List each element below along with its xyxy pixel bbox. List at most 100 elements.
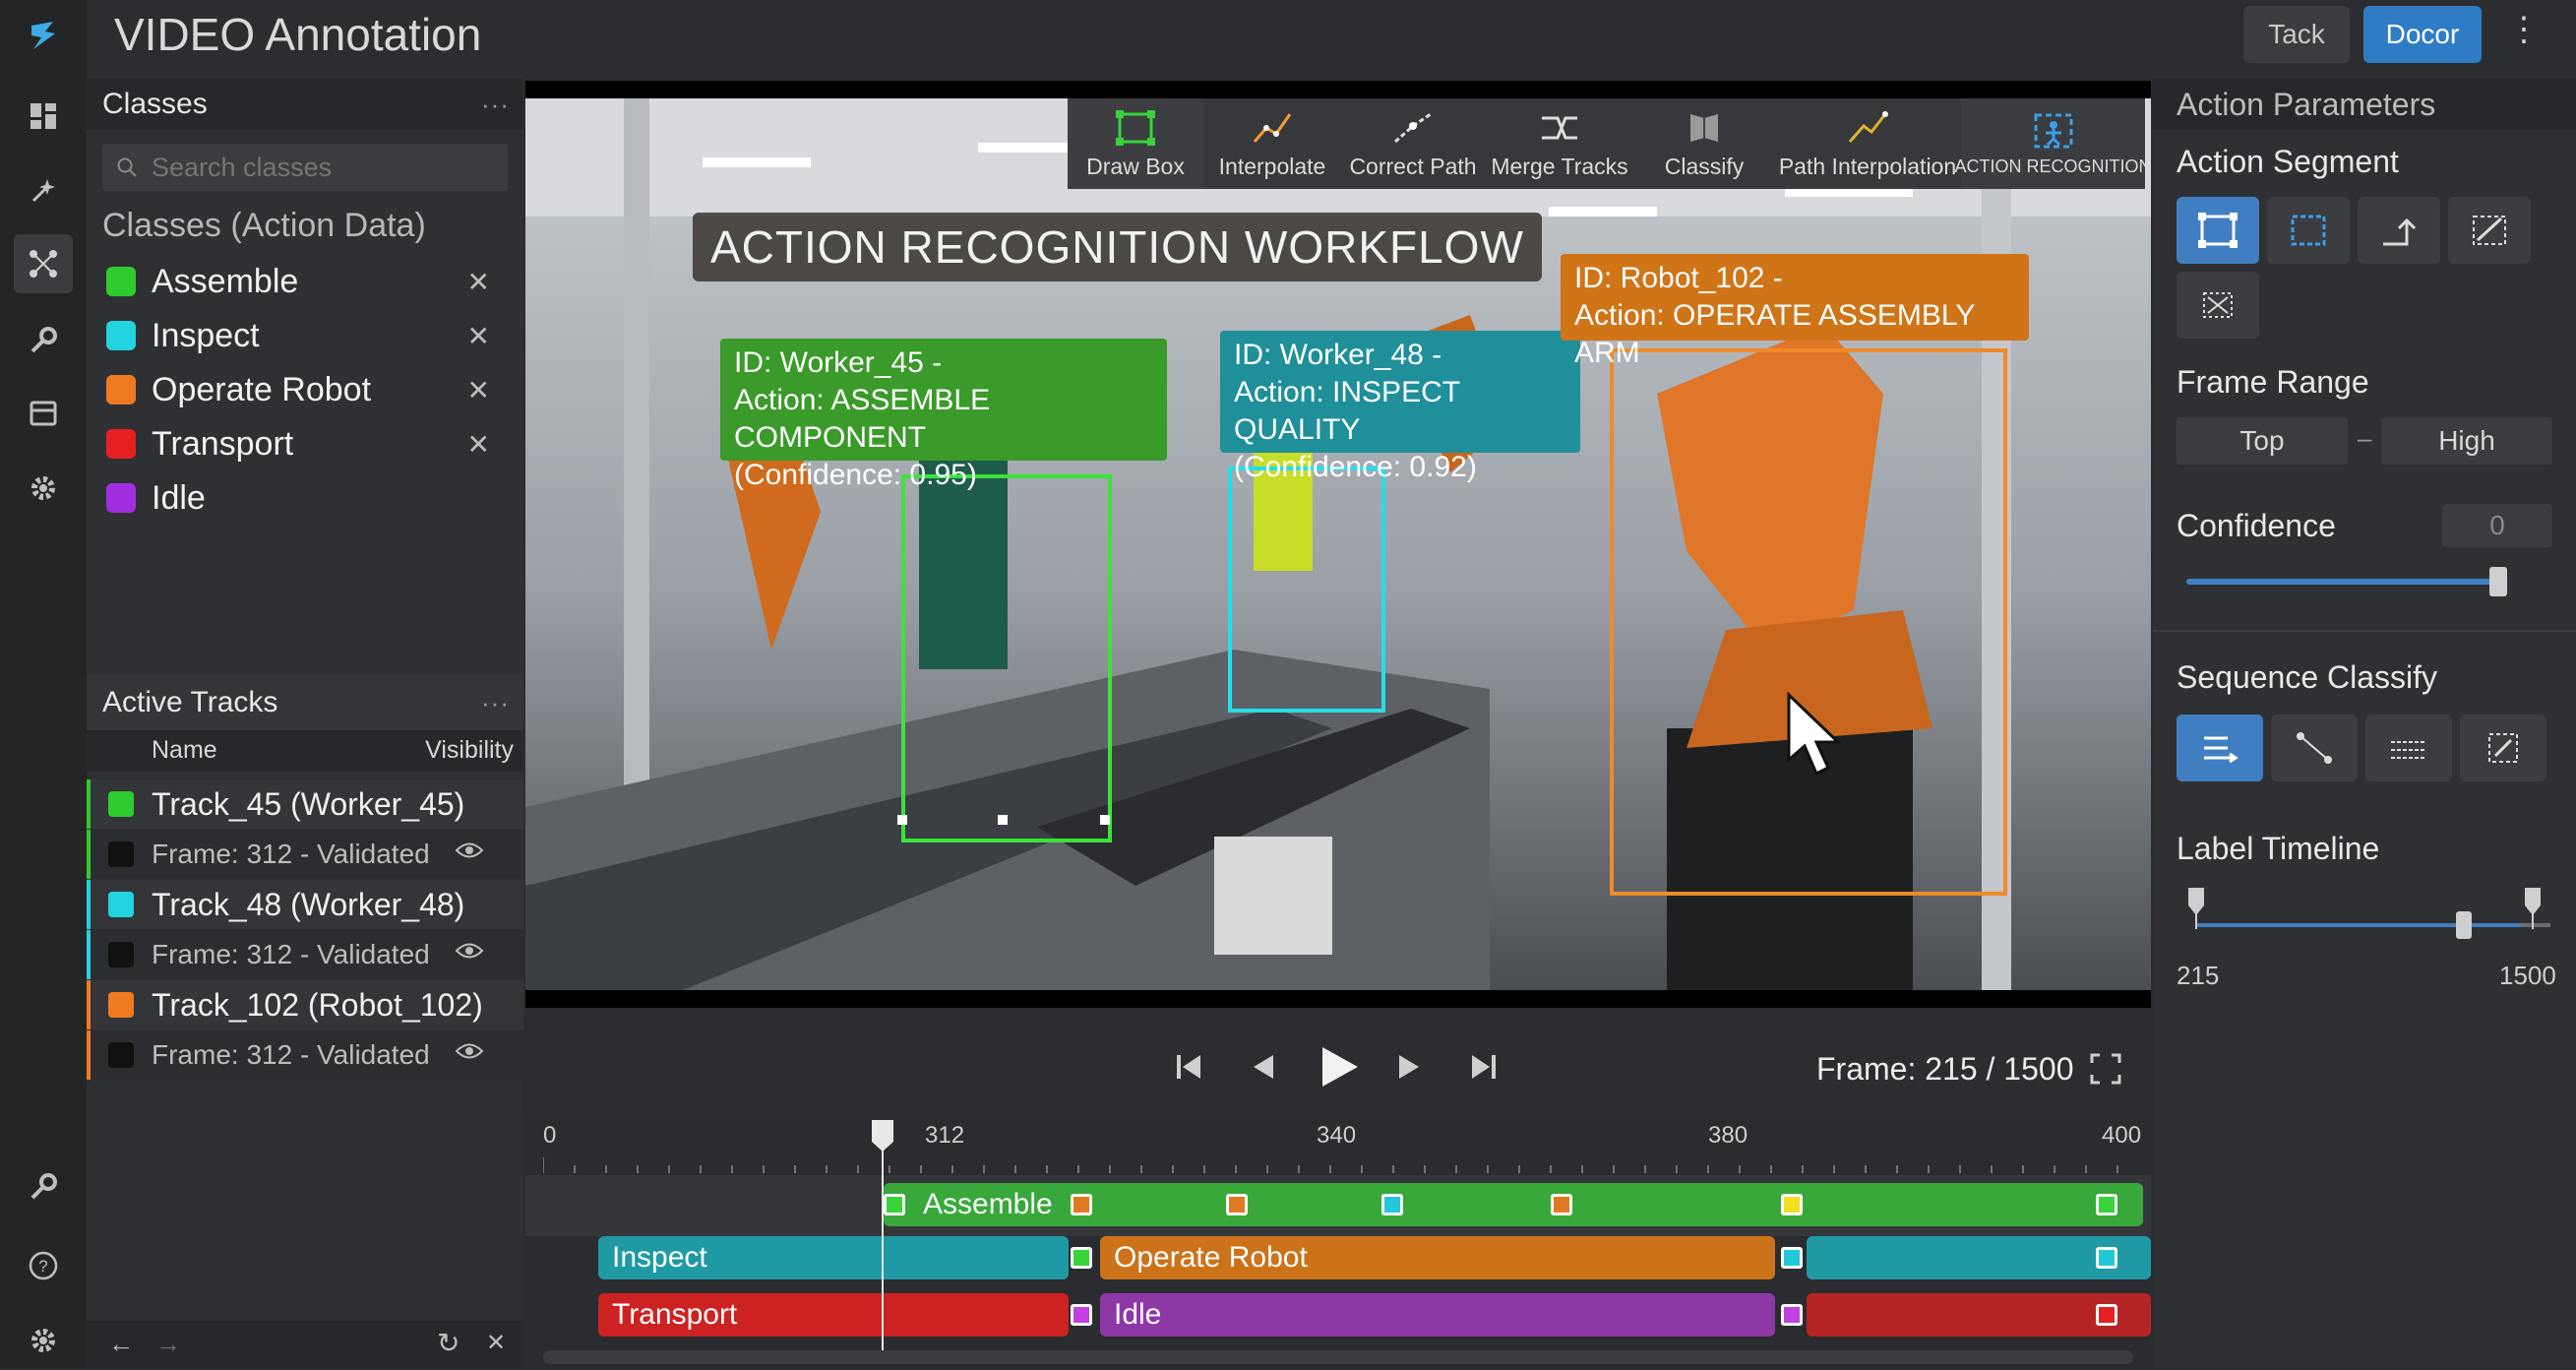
- gear-icon[interactable]: [14, 459, 73, 518]
- tool-action-recognition[interactable]: ACTION RECOGNITION: [1955, 98, 2152, 189]
- keyframe[interactable]: [1381, 1194, 1403, 1215]
- fullscreen-icon[interactable]: [2088, 1051, 2123, 1091]
- segment-dashed-box-button[interactable]: [2267, 197, 2350, 264]
- eye-icon[interactable]: [455, 840, 484, 866]
- keyframe[interactable]: [1781, 1304, 1803, 1326]
- tool-label: Merge Tracks: [1491, 153, 1628, 179]
- skip-end-icon[interactable]: [1466, 1049, 1502, 1090]
- segment-polyline-button[interactable]: [2358, 197, 2440, 264]
- bbox-worker-45[interactable]: [901, 474, 1112, 842]
- segment-edit-button[interactable]: [2448, 197, 2531, 264]
- tool-interpolate[interactable]: Interpolate: [1205, 98, 1339, 189]
- segment-inspect[interactable]: Inspect: [598, 1236, 1069, 1279]
- class-item-transport[interactable]: Transport ✕: [106, 419, 520, 468]
- segment-transport[interactable]: Transport: [598, 1293, 1069, 1337]
- tool-merge-tracks[interactable]: Merge Tracks: [1487, 98, 1632, 189]
- bbox-handle[interactable]: [998, 815, 1008, 825]
- sequence-lines-button[interactable]: [2365, 715, 2452, 781]
- label-timeline-start-handle[interactable]: [2186, 886, 2206, 929]
- tracks-menu-icon[interactable]: ···: [481, 688, 510, 718]
- storage-icon[interactable]: [14, 384, 73, 443]
- classes-section-title: Classes (Action Data): [102, 207, 426, 244]
- track-row-48[interactable]: Track_48 (Worker_48): [87, 880, 523, 929]
- keyframe[interactable]: [1781, 1247, 1803, 1269]
- eye-icon[interactable]: [455, 940, 484, 966]
- keyframe[interactable]: [884, 1194, 905, 1215]
- step-forward-icon[interactable]: [1391, 1049, 1427, 1090]
- tool-draw-box[interactable]: Draw Box: [1068, 98, 1203, 189]
- annotation-confidence: (Confidence: 0.92): [1234, 451, 1477, 483]
- class-item-inspect[interactable]: Inspect ✕: [106, 311, 520, 360]
- play-icon[interactable]: [1313, 1041, 1364, 1097]
- keyframe[interactable]: [1551, 1194, 1572, 1215]
- tool-path-interpolation[interactable]: Path Interpolation: [1776, 98, 1959, 189]
- close-icon[interactable]: ✕: [486, 1329, 506, 1357]
- step-back-icon[interactable]: [1246, 1049, 1281, 1090]
- class-item-assemble[interactable]: Assemble ✕: [106, 257, 520, 306]
- magic-select-icon[interactable]: [14, 161, 73, 220]
- label-timeline-end-handle[interactable]: [2523, 886, 2543, 929]
- timeline-scrollbar[interactable]: [543, 1350, 2133, 1364]
- tracks-column-header: Name Visibility: [87, 730, 523, 772]
- annotation-confidence: (Confidence: 0.95): [734, 459, 977, 491]
- track-row-102[interactable]: Track_102 (Robot_102): [87, 980, 523, 1029]
- keyframe[interactable]: [1781, 1194, 1803, 1215]
- settings-icon[interactable]: [14, 1311, 73, 1370]
- remove-class-icon[interactable]: ✕: [467, 266, 490, 298]
- confidence-slider-track[interactable]: [2186, 579, 2499, 585]
- segment-grid-button[interactable]: [2177, 272, 2259, 339]
- keyframe[interactable]: [1071, 1304, 1092, 1326]
- video-frame[interactable]: ACTION RECOGNITION WORKFLOW ID: Worker_4…: [525, 81, 2151, 1008]
- tool-correct-path[interactable]: Correct Path: [1343, 98, 1483, 189]
- class-color-swatch: [106, 267, 136, 296]
- annotate-nodes-icon[interactable]: [14, 234, 73, 293]
- search-input[interactable]: [150, 151, 498, 184]
- remove-class-icon[interactable]: ✕: [467, 374, 490, 406]
- docor-button[interactable]: Docor: [2363, 6, 2482, 63]
- keyframe[interactable]: [2096, 1247, 2117, 1269]
- confidence-input[interactable]: 0: [2442, 504, 2552, 547]
- wrench-icon[interactable]: [14, 311, 73, 370]
- tools-icon[interactable]: [14, 1157, 73, 1216]
- keyframe[interactable]: [1071, 1247, 1092, 1269]
- sequence-link-button[interactable]: [2271, 715, 2358, 781]
- bbox-worker-48[interactable]: [1228, 467, 1385, 713]
- keyframe[interactable]: [1226, 1194, 1248, 1215]
- sequence-edit-button[interactable]: [2460, 715, 2546, 781]
- skip-start-icon[interactable]: [1171, 1049, 1206, 1090]
- sequence-list-button[interactable]: [2177, 715, 2263, 781]
- more-menu-icon[interactable]: ⋮: [2507, 10, 2541, 49]
- remove-class-icon[interactable]: ✕: [467, 320, 490, 352]
- search-box[interactable]: [102, 144, 508, 191]
- workflow-banner: ACTION RECOGNITION WORKFLOW: [693, 213, 1542, 281]
- segment-box-button[interactable]: [2177, 197, 2259, 264]
- tack-button[interactable]: Tack: [2243, 6, 2350, 63]
- track-row-45[interactable]: Track_45 (Worker_45): [87, 779, 523, 829]
- back-arrow-icon[interactable]: ←: [108, 1329, 134, 1359]
- frame-range-from[interactable]: Top: [2177, 417, 2348, 465]
- playhead-handle[interactable]: [870, 1118, 895, 1153]
- eye-icon[interactable]: [455, 1040, 484, 1067]
- class-item-idle[interactable]: Idle: [106, 473, 520, 523]
- class-item-operate-robot[interactable]: Operate Robot ✕: [106, 365, 520, 414]
- keyframe[interactable]: [2096, 1194, 2117, 1215]
- bbox-robot-102[interactable]: [1610, 348, 2007, 896]
- timeline[interactable]: 0 312 340 380 400 Assemble Inspect Opera…: [525, 1118, 2151, 1368]
- forward-arrow-icon[interactable]: →: [155, 1329, 181, 1359]
- dashboard-icon[interactable]: [14, 87, 73, 146]
- frame-range-to[interactable]: High: [2381, 417, 2552, 465]
- segment-operate-robot[interactable]: Operate Robot: [1100, 1236, 1775, 1279]
- label-timeline-thumb[interactable]: [2456, 911, 2472, 939]
- label-timeline-track[interactable]: [2196, 923, 2521, 927]
- tool-classify[interactable]: Classify: [1636, 98, 1772, 189]
- help-icon[interactable]: ?: [14, 1236, 73, 1295]
- remove-class-icon[interactable]: ✕: [467, 428, 490, 461]
- segment-idle[interactable]: Idle: [1100, 1293, 1775, 1337]
- keyframe[interactable]: [1071, 1194, 1092, 1215]
- bbox-handle[interactable]: [1100, 815, 1110, 825]
- confidence-slider-thumb[interactable]: [2489, 567, 2507, 596]
- classes-menu-icon[interactable]: ···: [481, 90, 510, 120]
- refresh-icon[interactable]: ↻: [437, 1327, 460, 1359]
- bbox-handle[interactable]: [897, 815, 907, 825]
- keyframe[interactable]: [2096, 1304, 2117, 1326]
